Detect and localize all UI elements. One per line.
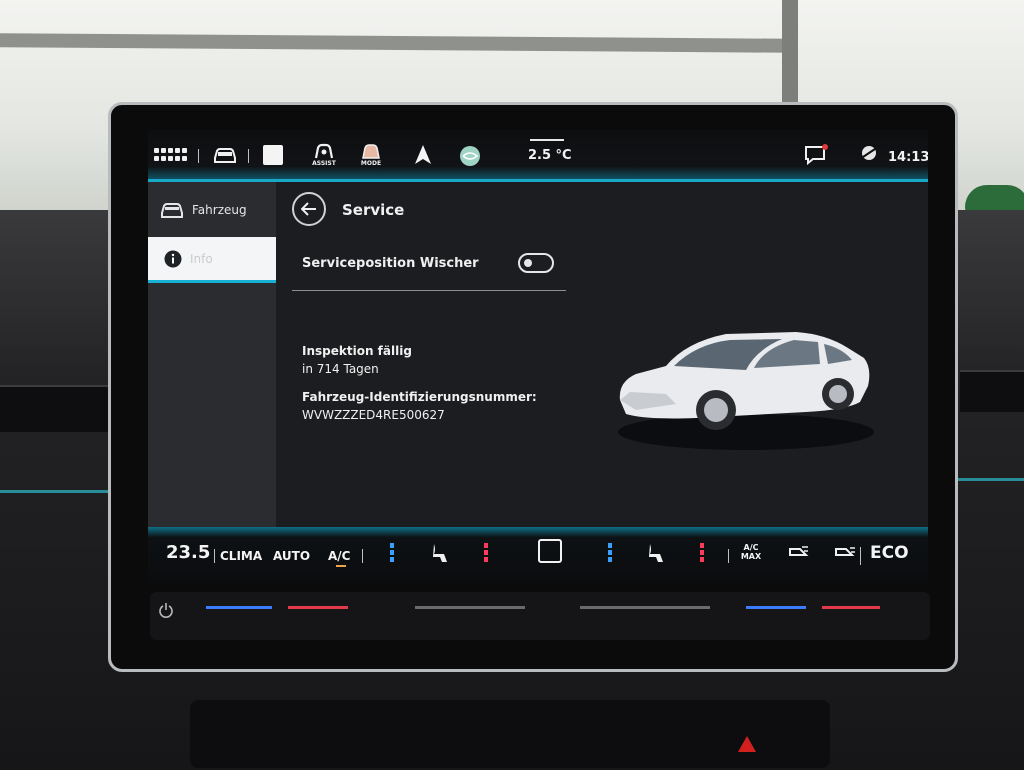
climate-divider [362,549,363,563]
back-button[interactable] [292,192,326,226]
ambient-light-right [950,478,1024,481]
toggle-knob [524,259,532,267]
sidebar-item-label: Info [190,251,213,266]
fan-level-right-icon[interactable] [608,543,612,563]
media-globe-icon[interactable] [458,144,482,168]
fan-level-left-icon[interactable] [390,543,394,563]
mode-label: MODE [360,160,382,167]
wiper-service-label: Serviceposition Wischer [302,256,479,271]
status-bar: ASSIST MODE 2.5 °C 14:13 [148,130,928,182]
ac-button[interactable]: A/C [328,549,350,563]
car-icon[interactable] [212,144,238,166]
volume-slider[interactable] [415,606,525,609]
sidebar-item-fahrzeug[interactable]: Fahrzeug [148,188,276,232]
home-button[interactable] [538,539,562,563]
clima-button[interactable]: CLIMA [220,549,262,563]
temp-slider-right-blue[interactable] [746,606,806,609]
heat-level-left-icon[interactable] [484,543,488,563]
front-defrost-icon[interactable] [834,545,856,559]
climate-divider [214,549,215,563]
sidebar-item-label: Fahrzeug [192,203,247,217]
temp-slider-right-red[interactable] [822,606,880,609]
apps-grid-icon[interactable] [154,146,188,164]
auto-button[interactable]: AUTO [273,549,310,563]
eco-button[interactable]: ECO [870,543,909,563]
wiper-service-toggle[interactable] [518,253,554,273]
outside-temperature: 2.5 °C [528,148,572,163]
seat-heating-right-icon[interactable] [646,542,666,564]
temperature-underline [530,139,564,141]
message-icon[interactable] [804,144,828,166]
climate-divider [728,549,729,563]
seat-heating-left-icon[interactable] [430,542,450,564]
inspection-label: Inspektion fällig [302,344,412,358]
side-menu: Fahrzeug Info [148,182,276,527]
vin-label: Fahrzeug-Identifizierungsnummer: [302,390,537,404]
status-divider [198,149,199,163]
inspection-days: in 714 Tagen [302,362,379,376]
navigation-arrow-icon[interactable] [412,144,434,166]
climate-divider [860,547,861,565]
sidebar-item-info[interactable]: Info [148,237,276,283]
ac-max-button[interactable]: A/C MAX [740,543,762,561]
power-icon[interactable] [158,602,174,622]
hazard-button[interactable] [738,736,756,752]
status-divider [248,149,249,163]
driver-temperature[interactable]: 23.5 [166,542,210,563]
temp-slider-left-blue[interactable] [206,606,272,609]
back-arrow-icon [301,202,317,216]
ac-active-indicator [336,565,346,567]
heat-level-right-icon[interactable] [700,543,704,563]
service-page: Service Serviceposition Wischer Inspekti… [276,182,928,527]
background-post [782,0,798,110]
home-square-icon[interactable] [262,144,284,166]
temp-slider-left-red[interactable] [288,606,348,609]
volume-slider-right[interactable] [580,606,710,609]
wiper-service-row[interactable]: Serviceposition Wischer [292,250,566,291]
touch-slider-strip [150,592,930,640]
vin-value: WVWZZZED4RE500627 [302,408,445,422]
climate-bar: 23.5 CLIMA AUTO A/C A/C MAX ECO [148,527,928,585]
page-title: Service [342,201,405,219]
assist-label: ASSIST [312,160,336,167]
left-air-vent[interactable] [0,385,110,432]
assist-icon[interactable]: ASSIST [311,142,337,167]
car-icon [160,201,184,219]
vehicle-image [606,282,886,472]
right-air-vent[interactable] [960,370,1024,412]
signal-icon[interactable] [860,144,878,162]
mode-icon[interactable]: MODE [359,142,383,167]
info-icon [164,250,182,268]
ambient-light-left [0,490,120,493]
clock: 14:13 [888,150,928,165]
center-console [190,700,830,768]
infotainment-screen: ASSIST MODE 2.5 °C 14:13 Fahrzeug Info S… [148,130,928,585]
rear-defrost-icon[interactable] [788,545,810,559]
